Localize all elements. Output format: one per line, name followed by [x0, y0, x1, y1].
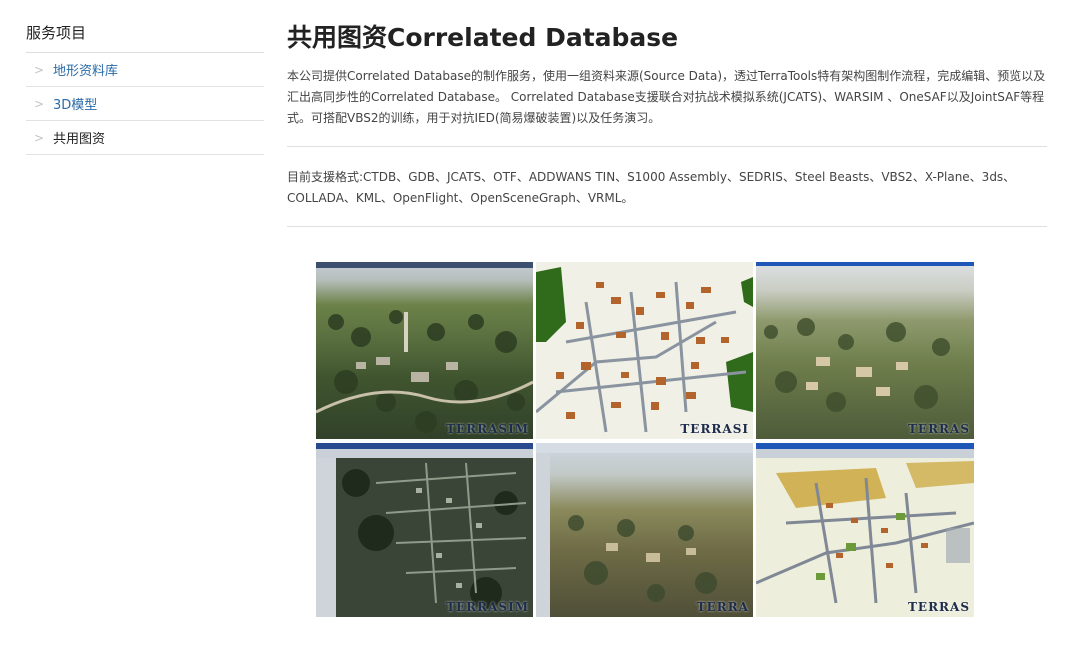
terrasim-watermark: TERRASIM: [446, 422, 529, 436]
sidebar-item-3d-model[interactable]: > 3D模型: [26, 87, 264, 121]
terrasim-watermark: TERRAS: [908, 422, 970, 436]
divider: [287, 146, 1047, 147]
sidebar: 服务项目 > 地形资料库 > 3D模型 > 共用图资: [26, 20, 264, 155]
supported-formats-paragraph: 目前支援格式:CTDB、GDB、JCATS、OTF、ADDWANS TIN、S1…: [287, 170, 1016, 205]
screenshot-3d-landscape: TERRA: [536, 443, 753, 617]
terrasim-watermark: TERRASI: [680, 422, 749, 436]
chevron-right-icon: >: [34, 130, 45, 145]
terrasim-watermark: TERRAS: [908, 600, 970, 614]
map-graphic: [756, 461, 974, 604]
terrasim-watermark: TERRA: [696, 600, 749, 614]
sidebar-item-label: 共用图资: [53, 132, 106, 147]
terrain-render-graphic: [568, 515, 717, 602]
sidebar-item-correlated-database[interactable]: > 共用图资: [26, 121, 264, 155]
screenshot-gallery: TERRASIM TERRASI TERRAS TERRASIM TERRA T…: [316, 262, 974, 619]
sidebar-title: 服务项目: [26, 20, 264, 53]
editor-canvas-graphic: [342, 462, 527, 609]
terrasim-watermark: TERRASIM: [446, 600, 529, 614]
divider: [287, 226, 1047, 227]
chevron-right-icon: >: [34, 96, 45, 111]
screenshot-terrain-editor: TERRASIM: [316, 443, 533, 617]
screenshot-3d-town: TERRAS: [756, 262, 974, 439]
terrain-render-graphic: [764, 318, 950, 412]
sidebar-item-label: 地形资料库: [53, 64, 119, 79]
screenshot-3d-village: TERRASIM: [316, 262, 533, 439]
terrain-render-graphic: [316, 310, 533, 433]
map-graphic: [536, 267, 753, 433]
sidebar-item-terrain-database[interactable]: > 地形资料库: [26, 53, 264, 87]
description-paragraph: 本公司提供Correlated Database的制作服务，使用一组资料来源(S…: [287, 69, 1046, 125]
page-title: 共用图资Correlated Database: [287, 23, 679, 52]
sidebar-item-label: 3D模型: [53, 98, 98, 113]
screenshot-2d-map: TERRASI: [536, 262, 753, 439]
screenshot-gis-map: TERRAS: [756, 443, 974, 617]
chevron-right-icon: >: [34, 62, 45, 77]
main-content: 共用图资Correlated Database 本公司提供Correlated …: [287, 18, 1047, 227]
